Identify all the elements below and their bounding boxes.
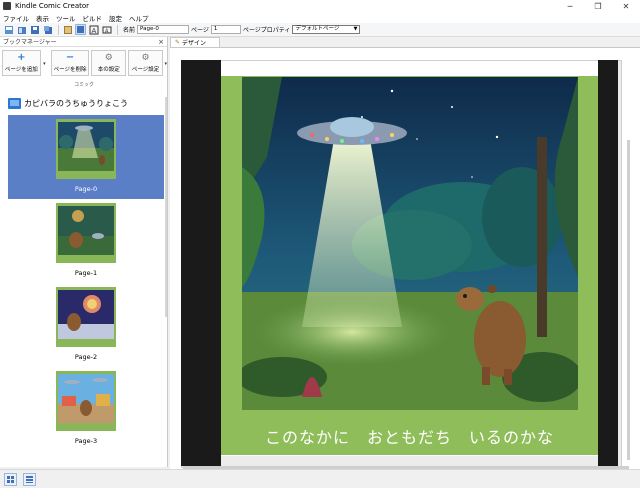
add-page-button[interactable]: + ページを追加 ▾ [2,50,46,76]
name-field[interactable]: Page-0 [137,25,190,34]
list-view-icon[interactable] [23,472,36,486]
toolbar: A A 名前 Page-0 ページ 1 ページプロパティ デフォルトページ ▼ [0,23,640,37]
close-button[interactable]: ✕ [612,0,640,12]
book-manager-panel: ブックマネージャー × + ページを追加 ▾ − ページを削除 ⚙ 本の設定 ⚙… [0,37,168,467]
status-bar [0,469,640,488]
save-icon[interactable] [29,24,40,35]
vertical-scrollbar[interactable] [627,140,630,460]
menu-view[interactable]: 表示 [36,13,49,23]
plus-icon: + [17,52,26,63]
image-icon[interactable] [62,24,73,35]
menu-settings[interactable]: 設定 [109,13,122,23]
page-thumbnail-item[interactable]: Page-0 [8,115,164,199]
page-number-field[interactable]: 1 [210,25,241,34]
title-bar: Kindle Comic Creator ─ ❐ ✕ [0,0,640,12]
page-thumbnail-item[interactable]: Page-3 [8,367,164,451]
textbox-icon[interactable]: A [101,24,112,35]
open-book-icon[interactable] [16,24,27,35]
book-title: カピバラのうちゅうりょこう [24,98,128,108]
panel-close-icon[interactable]: × [158,38,164,46]
page-thumbnail [56,119,116,179]
group-label: コミック [73,82,94,88]
page-thumbnail-item[interactable]: Page-1 [8,199,164,283]
gear-icon: ⚙ [141,53,150,63]
page-thumbnail [56,203,116,263]
book-settings-button[interactable]: ⚙ 本の設定 [91,50,127,76]
page-label: Page-3 [74,437,98,445]
svg-text:A: A [91,27,96,35]
svg-text:A: A [105,28,109,34]
page-settings-button[interactable]: ⚙ ページ設定 ▾ [128,50,167,76]
panel-scrollbar[interactable] [165,97,167,317]
page-properties-label: ページプロパティ [242,27,291,34]
book-title-row[interactable]: カピバラのうちゅうりょこう [8,95,160,111]
page-label: Page-2 [74,353,98,361]
grid-view-icon[interactable] [4,472,17,486]
delete-page-button[interactable]: − ページを削除 [50,50,90,76]
menu-file[interactable]: ファイル [3,13,29,23]
menu-bar: ファイル 表示 ツール ビルド 設定 ヘルプ [0,12,640,23]
page-label: Page-0 [74,185,98,193]
app-icon [3,2,11,10]
name-label: 名前 [123,27,136,34]
tab-design[interactable]: ✎ デザイン [170,37,220,47]
tab-design-label: デザイン [182,40,207,47]
menu-build[interactable]: ビルド [83,13,103,23]
page-list: Page-0 Page-1 Page-2 Page-3 [8,115,164,459]
chevron-down-icon[interactable]: ▾ [164,61,167,67]
chevron-down-icon: ▼ [353,26,358,32]
panel-view-icon[interactable] [75,24,86,35]
page-illustration[interactable] [242,77,578,410]
chevron-down-icon[interactable]: ▾ [43,61,46,67]
canvas-margin-right [598,60,618,466]
minimize-button[interactable]: ─ [556,0,584,12]
maximize-button[interactable]: ❐ [584,0,612,12]
page-caption-text[interactable]: このなかに おともだち いるのかな [221,424,598,448]
window-title: Kindle Comic Creator [15,2,90,10]
menu-help[interactable]: ヘルプ [129,13,149,23]
page-properties-value: デフォルトページ [295,26,340,32]
text-icon[interactable]: A [88,24,99,35]
pencil-icon: ✎ [175,39,181,46]
gear-icon: ⚙ [104,53,113,63]
canvas-margin-left [181,60,221,466]
app-window: Kindle Comic Creator ─ ❐ ✕ ファイル 表示 ツール ビ… [0,0,640,488]
save-all-icon[interactable] [42,24,53,35]
minus-icon: − [65,52,75,63]
menu-tools[interactable]: ツール [56,13,76,23]
page-properties-select[interactable]: デフォルトページ ▼ [292,25,361,34]
page-label: Page-1 [74,269,98,277]
page-thumbnail [56,371,116,431]
page-label: ページ [191,27,209,34]
book-icon [8,97,21,109]
new-book-icon[interactable] [3,24,14,35]
page-thumbnail [56,287,116,347]
panel-title: ブックマネージャー [3,39,57,46]
page-thumbnail-item[interactable]: Page-2 [8,283,164,367]
